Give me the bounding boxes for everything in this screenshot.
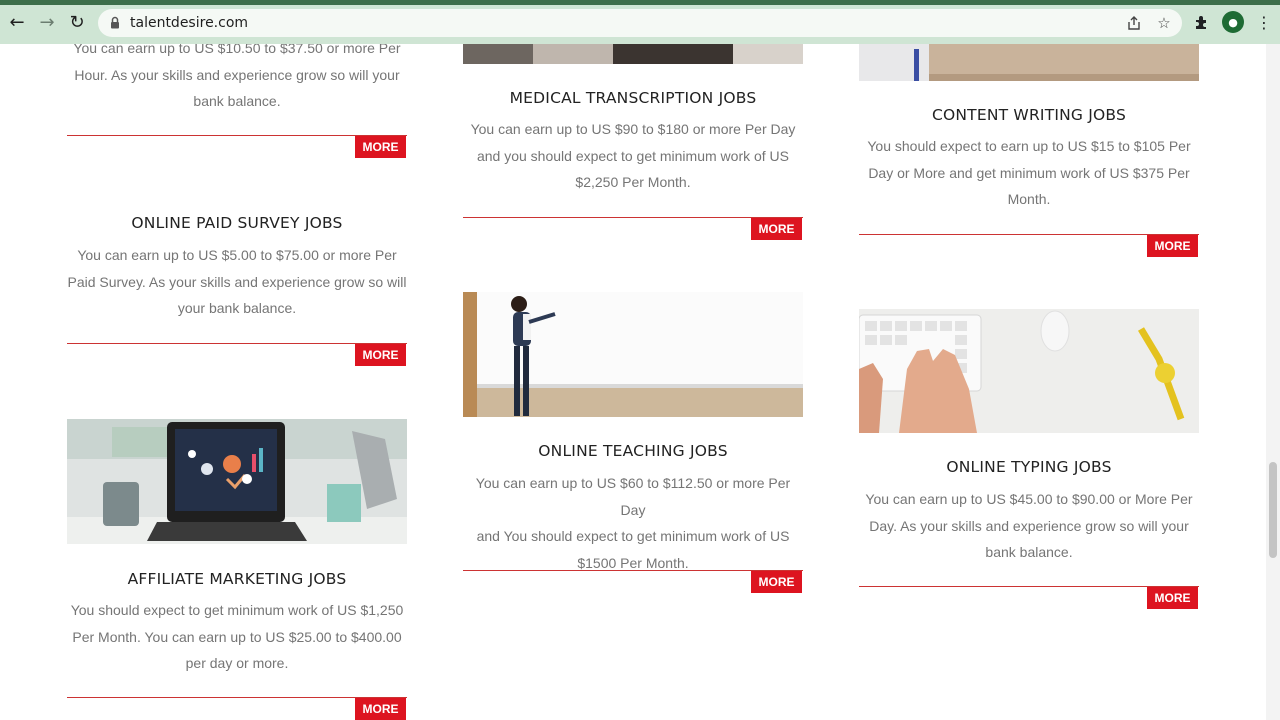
- extensions-icon[interactable]: [1191, 11, 1213, 33]
- job-title: MEDICAL TRANSCRIPTION JOBS: [509, 89, 757, 107]
- job-description: You can earn up to US $90 to $180 or mor…: [463, 116, 803, 196]
- typing-keyboard-image: [859, 309, 1199, 433]
- profile-avatar[interactable]: ●: [1222, 11, 1244, 33]
- job-description: You can earn up to US $10.50 to $37.50 o…: [67, 44, 407, 115]
- more-button[interactable]: MORE: [1147, 235, 1198, 257]
- forward-icon[interactable]: →: [35, 10, 59, 34]
- desc-line: Month.: [1007, 191, 1051, 208]
- share-icon[interactable]: [1125, 14, 1143, 32]
- page-content: You can earn up to US $10.50 to $37.50 o…: [0, 44, 1266, 720]
- more-button[interactable]: MORE: [355, 344, 406, 366]
- desc-line: You can earn up to US $90 to $180 or mor…: [470, 121, 796, 137]
- more-button[interactable]: MORE: [751, 571, 802, 593]
- menu-icon[interactable]: ⋮: [1253, 11, 1275, 33]
- job-title: AFFILIATE MARKETING JOBS: [127, 570, 347, 588]
- star-icon[interactable]: ☆: [1155, 14, 1173, 32]
- medical-transcription-image: [463, 44, 803, 64]
- affiliate-laptop-image: [67, 419, 407, 544]
- desc-line: You can earn up to US $5.00 to $75.00 or…: [77, 247, 397, 263]
- job-description: You can earn up to US $5.00 to $75.00 or…: [67, 242, 407, 322]
- more-button[interactable]: MORE: [751, 218, 802, 240]
- more-button[interactable]: MORE: [355, 136, 406, 158]
- desc-line: Hour. As your skills and experience grow…: [74, 66, 400, 83]
- desc-line: and you should expect to get minimum wor…: [476, 147, 790, 164]
- desc-line: You can earn up to US $45.00 to $90.00 o…: [865, 491, 1193, 507]
- job-description: You should expect to earn up to US $15 t…: [859, 133, 1199, 213]
- browser-toolbar: ← → ↻ talentdesire.com ☆ ● ⋮: [0, 0, 1280, 44]
- desc-line: per day or more.: [185, 655, 289, 672]
- desc-line: $2,250 Per Month.: [575, 174, 691, 191]
- desc-line: Per Month. You can earn up to US $25.00 …: [72, 628, 402, 645]
- desc-line: and You should expect to get minimum wor…: [476, 528, 790, 545]
- desc-line: You should expect to earn up to US $15 t…: [867, 138, 1191, 154]
- job-description: You can earn up to US $45.00 to $90.00 o…: [859, 486, 1199, 566]
- desc-line: bank balance.: [985, 544, 1073, 561]
- desc-line: Day. As your skills and experience grow …: [869, 517, 1189, 534]
- desc-line: Paid Survey. As your skills and experien…: [67, 273, 407, 290]
- job-title: ONLINE PAID SURVEY JOBS: [131, 214, 343, 232]
- back-icon[interactable]: ←: [5, 10, 29, 34]
- url-text[interactable]: talentdesire.com: [130, 15, 248, 31]
- job-title: ONLINE TEACHING JOBS: [538, 442, 728, 460]
- scrollbar-thumb[interactable]: [1269, 462, 1277, 558]
- lock-icon[interactable]: [110, 16, 120, 29]
- window-top-stripe: [0, 0, 1280, 5]
- desc-line: bank balance.: [193, 93, 281, 110]
- job-title: ONLINE TYPING JOBS: [946, 458, 1112, 476]
- job-description: You should expect to get minimum work of…: [67, 597, 407, 677]
- job-title: CONTENT WRITING JOBS: [931, 106, 1127, 124]
- more-button[interactable]: MORE: [355, 698, 406, 720]
- desc-line: You can earn up to US $60 to $112.50 or …: [475, 475, 791, 518]
- desc-line: your bank balance.: [177, 300, 297, 317]
- desc-line: You should expect to get minimum work of…: [70, 602, 404, 618]
- more-button[interactable]: MORE: [1147, 587, 1198, 609]
- address-bar[interactable]: talentdesire.com ☆: [98, 9, 1182, 37]
- reload-icon[interactable]: ↻: [65, 10, 89, 34]
- desc-line: You can earn up to US $10.50 to $37.50 o…: [73, 44, 401, 56]
- content-writing-image: [859, 44, 1199, 81]
- teaching-whiteboard-image: [463, 292, 803, 417]
- desc-line: Day or More and get minimum work of US $…: [868, 164, 1190, 181]
- vertical-scrollbar[interactable]: [1266, 44, 1280, 720]
- job-description: You can earn up to US $60 to $112.50 or …: [463, 470, 803, 577]
